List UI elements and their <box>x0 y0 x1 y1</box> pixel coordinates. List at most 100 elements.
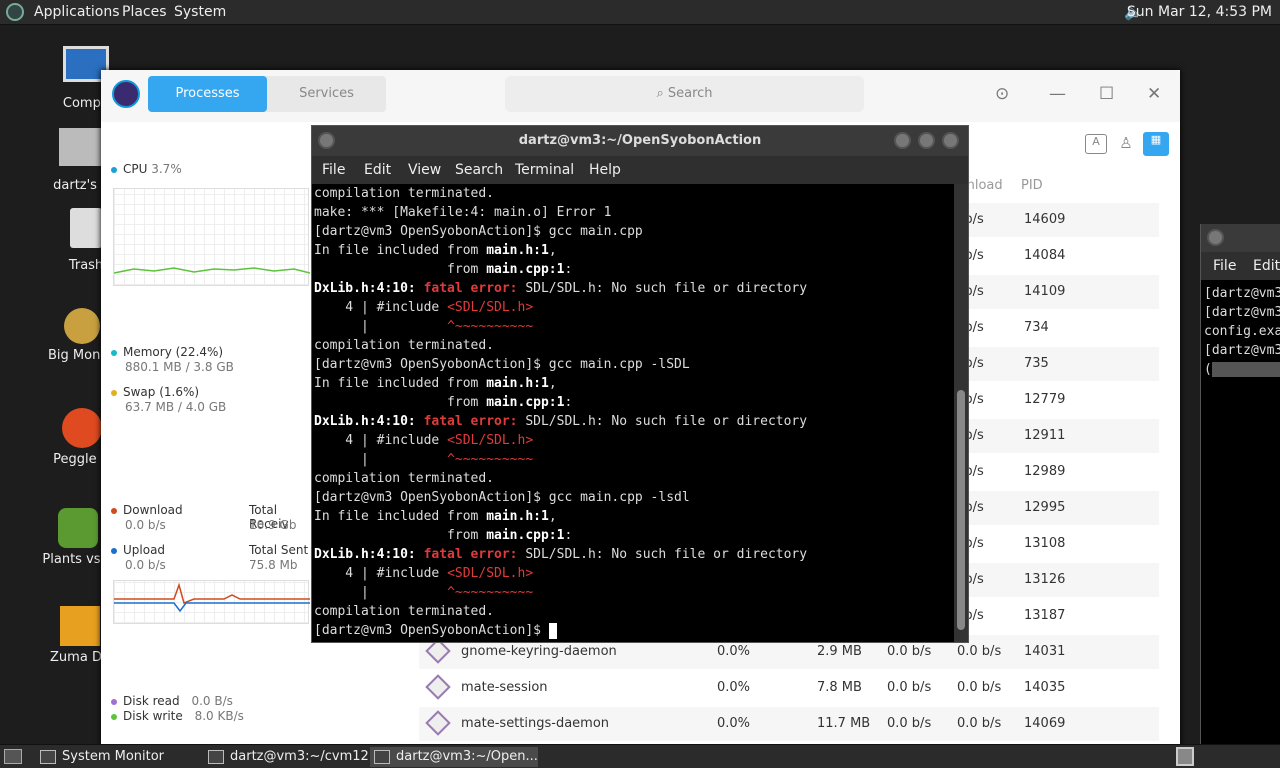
taskbar-item-terminal-opensyobon[interactable]: dartz@vm3:~/Open... <box>370 747 538 767</box>
taskbar-item-system-monitor[interactable]: System Monitor <box>36 747 194 767</box>
upload-label: Upload <box>111 543 165 557</box>
swap-value: 63.7 MB / 4.0 GB <box>125 400 227 414</box>
memory-label: Memory (22.4%) <box>111 345 223 359</box>
upload-cell: 0.0 b/s <box>887 680 932 695</box>
taskbar-item-label: dartz@vm3:~/cvm12 <box>230 749 369 764</box>
desktop-icon-label: Trash <box>68 258 104 273</box>
pid-cell: 13187 <box>1024 608 1066 623</box>
view-tabs: Processes Services <box>148 76 386 112</box>
total-sent-label: Total Sent <box>249 543 309 557</box>
pid-cell: 14609 <box>1024 212 1066 227</box>
menu-edit[interactable]: Edit <box>364 162 391 178</box>
memory-cell: 7.8 MB <box>817 680 862 695</box>
close-button[interactable] <box>942 132 959 149</box>
menu-system[interactable]: System <box>174 4 226 20</box>
cpu-label: CPU 3.7% <box>111 162 182 176</box>
disk-write-label: Disk write 8.0 KB/s <box>111 709 244 723</box>
menu-search[interactable]: Search <box>455 162 503 178</box>
view-icon[interactable]: A <box>1085 134 1107 154</box>
pid-cell: 14031 <box>1024 644 1066 659</box>
table-row[interactable]: mate-session 0.0% 7.8 MB 0.0 b/s 0.0 b/s… <box>419 671 1159 705</box>
menu-help[interactable]: Help <box>589 162 621 178</box>
total-sent-value: 75.8 Mb <box>249 558 298 572</box>
clock[interactable]: Sun Mar 12, 4:53 PM <box>1127 4 1272 20</box>
search-icon: ⌕ <box>656 86 668 101</box>
pid-cell: 14035 <box>1024 680 1066 695</box>
memory-value: 880.1 MB / 3.8 GB <box>125 360 234 374</box>
terminal-menubar: File Edit View Search Terminal Help <box>312 156 968 184</box>
cpu-cell: 0.0% <box>717 716 751 731</box>
scrollbar-thumb[interactable] <box>957 390 965 630</box>
plant-icon <box>58 508 98 548</box>
terminal-icon <box>208 750 224 764</box>
workspace-switcher[interactable] <box>1176 747 1194 766</box>
process-name: gnome-keyring-daemon <box>461 644 617 659</box>
maximize-button[interactable]: ☐ <box>1099 84 1114 104</box>
menu-view[interactable]: View <box>408 162 441 178</box>
pid-cell: 14084 <box>1024 248 1066 263</box>
pid-cell: 14069 <box>1024 716 1066 731</box>
user-icon[interactable]: ♙ <box>1115 134 1137 154</box>
terminal-window-background[interactable]: File Edit [dartz@vm3 [dartz@vm3 config.exa[… <box>1200 224 1280 744</box>
taskbar-item-label: System Monitor <box>62 749 165 764</box>
process-name: mate-session <box>461 680 548 695</box>
search-box[interactable]: ⌕ Search <box>505 76 864 112</box>
money-bag-icon <box>64 308 100 344</box>
window-menu-button[interactable] <box>318 132 335 149</box>
menu-applications[interactable]: Applications <box>34 4 120 20</box>
network-graph-lines <box>114 582 310 613</box>
distro-logo-icon[interactable] <box>6 3 24 21</box>
memory-cell: 11.7 MB <box>817 716 871 731</box>
taskbar-item-terminal-cvm12[interactable]: dartz@vm3:~/cvm12 <box>204 747 369 767</box>
close-button[interactable]: ✕ <box>1147 84 1161 104</box>
menu-terminal[interactable]: Terminal <box>515 162 574 178</box>
cpu-cell: 0.0% <box>717 680 751 695</box>
column-header-pid[interactable]: PID <box>1021 178 1043 193</box>
terminal2-window-button[interactable] <box>1207 229 1224 246</box>
minimize-button[interactable]: — <box>1049 84 1066 104</box>
network-graph <box>113 580 310 624</box>
terminal-scrollbar[interactable] <box>954 184 968 642</box>
top-panel: Applications Places System 🔈 Sun Mar 12,… <box>0 0 1280 25</box>
search-placeholder: Search <box>667 86 713 101</box>
zuma-icon <box>60 606 100 646</box>
terminal2-menubar: File Edit <box>1201 252 1280 280</box>
upload-cell: 0.0 b/s <box>887 716 932 731</box>
disk-read-label: Disk read 0.0 B/s <box>111 694 233 708</box>
system-monitor-icon <box>40 750 56 764</box>
menu-file[interactable]: File <box>322 162 345 178</box>
pid-cell: 734 <box>1024 320 1049 335</box>
table-row[interactable]: mate-settings-daemon 0.0% 11.7 MB 0.0 b/… <box>419 707 1159 741</box>
terminal2-menu-file[interactable]: File <box>1213 258 1236 274</box>
memory-cell: 2.9 MB <box>817 644 862 659</box>
pid-cell: 12995 <box>1024 500 1066 515</box>
cpu-graph-line <box>113 267 311 274</box>
terminal2-menu-edit[interactable]: Edit <box>1253 258 1280 274</box>
minimize-button[interactable] <box>894 132 911 149</box>
more-options-icon[interactable]: ⊙ <box>995 84 1009 104</box>
tab-processes[interactable]: Processes <box>148 76 267 112</box>
show-desktop-icon[interactable] <box>4 749 22 764</box>
pid-cell: 735 <box>1024 356 1049 371</box>
download-label: Download <box>111 503 183 517</box>
pid-cell: 12989 <box>1024 464 1066 479</box>
swap-label: Swap (1.6%) <box>111 385 199 399</box>
terminal-output[interactable]: compilation terminated. make: *** [Makefi… <box>314 184 954 642</box>
peggle-icon <box>62 408 102 448</box>
tab-services[interactable]: Services <box>267 76 386 112</box>
maximize-button[interactable] <box>918 132 935 149</box>
home-folder-icon <box>59 128 105 166</box>
terminal-titlebar[interactable]: dartz@vm3:~/OpenSyobonAction <box>312 126 968 156</box>
trash-icon <box>70 208 102 248</box>
cpu-cell: 0.0% <box>717 644 751 659</box>
pid-cell: 13108 <box>1024 536 1066 551</box>
tree-view-icon[interactable]: ▦ <box>1143 132 1169 156</box>
cpu-graph <box>113 188 311 286</box>
download-value: 0.0 b/s <box>125 518 166 532</box>
terminal-window[interactable]: dartz@vm3:~/OpenSyobonAction File Edit V… <box>311 125 969 643</box>
upload-value: 0.0 b/s <box>125 558 166 572</box>
pid-cell: 13126 <box>1024 572 1066 587</box>
pid-cell: 12779 <box>1024 392 1066 407</box>
menu-places[interactable]: Places <box>122 4 167 20</box>
terminal-title: dartz@vm3:~/OpenSyobonAction <box>518 133 762 148</box>
